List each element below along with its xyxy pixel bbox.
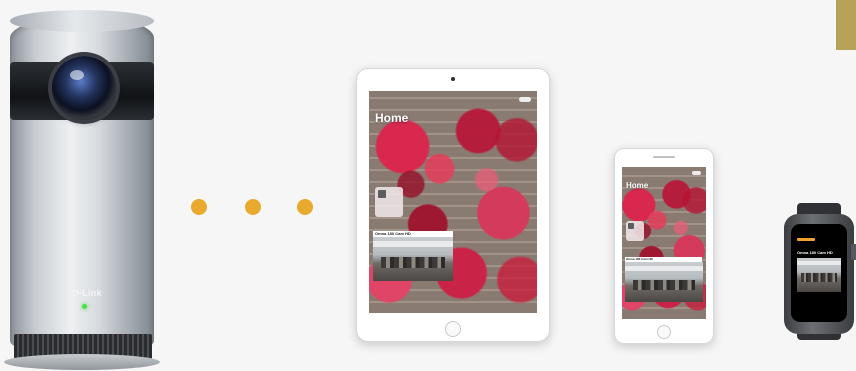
camera-top — [10, 10, 154, 32]
watch-feed-label: Omna 180 Cam HD — [797, 250, 833, 255]
connection-dot — [297, 199, 313, 215]
tablet-accessory-tile[interactable] — [375, 187, 403, 217]
tablet-camera — [451, 77, 455, 81]
tablet-home-title: Home — [375, 111, 409, 125]
phone-speaker — [653, 156, 675, 158]
phone-home-button[interactable] — [657, 325, 671, 339]
phone-home-title: Home — [626, 181, 649, 190]
camera-status-led — [82, 304, 87, 309]
tablet-home-button[interactable] — [445, 321, 461, 337]
connection-dot — [191, 199, 207, 215]
watch-app-header — [797, 238, 815, 241]
camera-icon — [378, 190, 386, 198]
phone-status-indicator — [692, 171, 701, 175]
omna-camera: D-Link — [0, 0, 170, 371]
tablet-camera-feed[interactable] — [373, 237, 453, 281]
camera-icon — [628, 223, 634, 229]
tablet-screen: Home Omna 180 Cam HD — [369, 91, 537, 313]
tablet-status-indicator — [519, 97, 531, 102]
phone-camera-feed[interactable] — [625, 262, 703, 302]
watch-screen: Omna 180 Cam HD — [791, 224, 847, 322]
phone-screen: Home Omna 180 Cam HD — [622, 167, 706, 319]
camera-brand-label: D-Link — [72, 288, 102, 298]
camera-base — [4, 354, 160, 370]
tablet-device: Home Omna 180 Cam HD — [356, 68, 550, 342]
camera-lens-glint — [70, 70, 84, 80]
camera-lens — [52, 56, 116, 120]
watch-camera-feed[interactable] — [797, 258, 841, 292]
phone-device: Home Omna 180 Cam HD — [614, 148, 714, 344]
product-scene: D-Link Home Omna 180 Cam HD Home Omna 18… — [0, 0, 856, 371]
watch-crown[interactable] — [851, 244, 856, 260]
phone-accessory-tile[interactable] — [626, 221, 644, 241]
corner-accent — [836, 0, 856, 50]
connection-dot — [245, 199, 261, 215]
